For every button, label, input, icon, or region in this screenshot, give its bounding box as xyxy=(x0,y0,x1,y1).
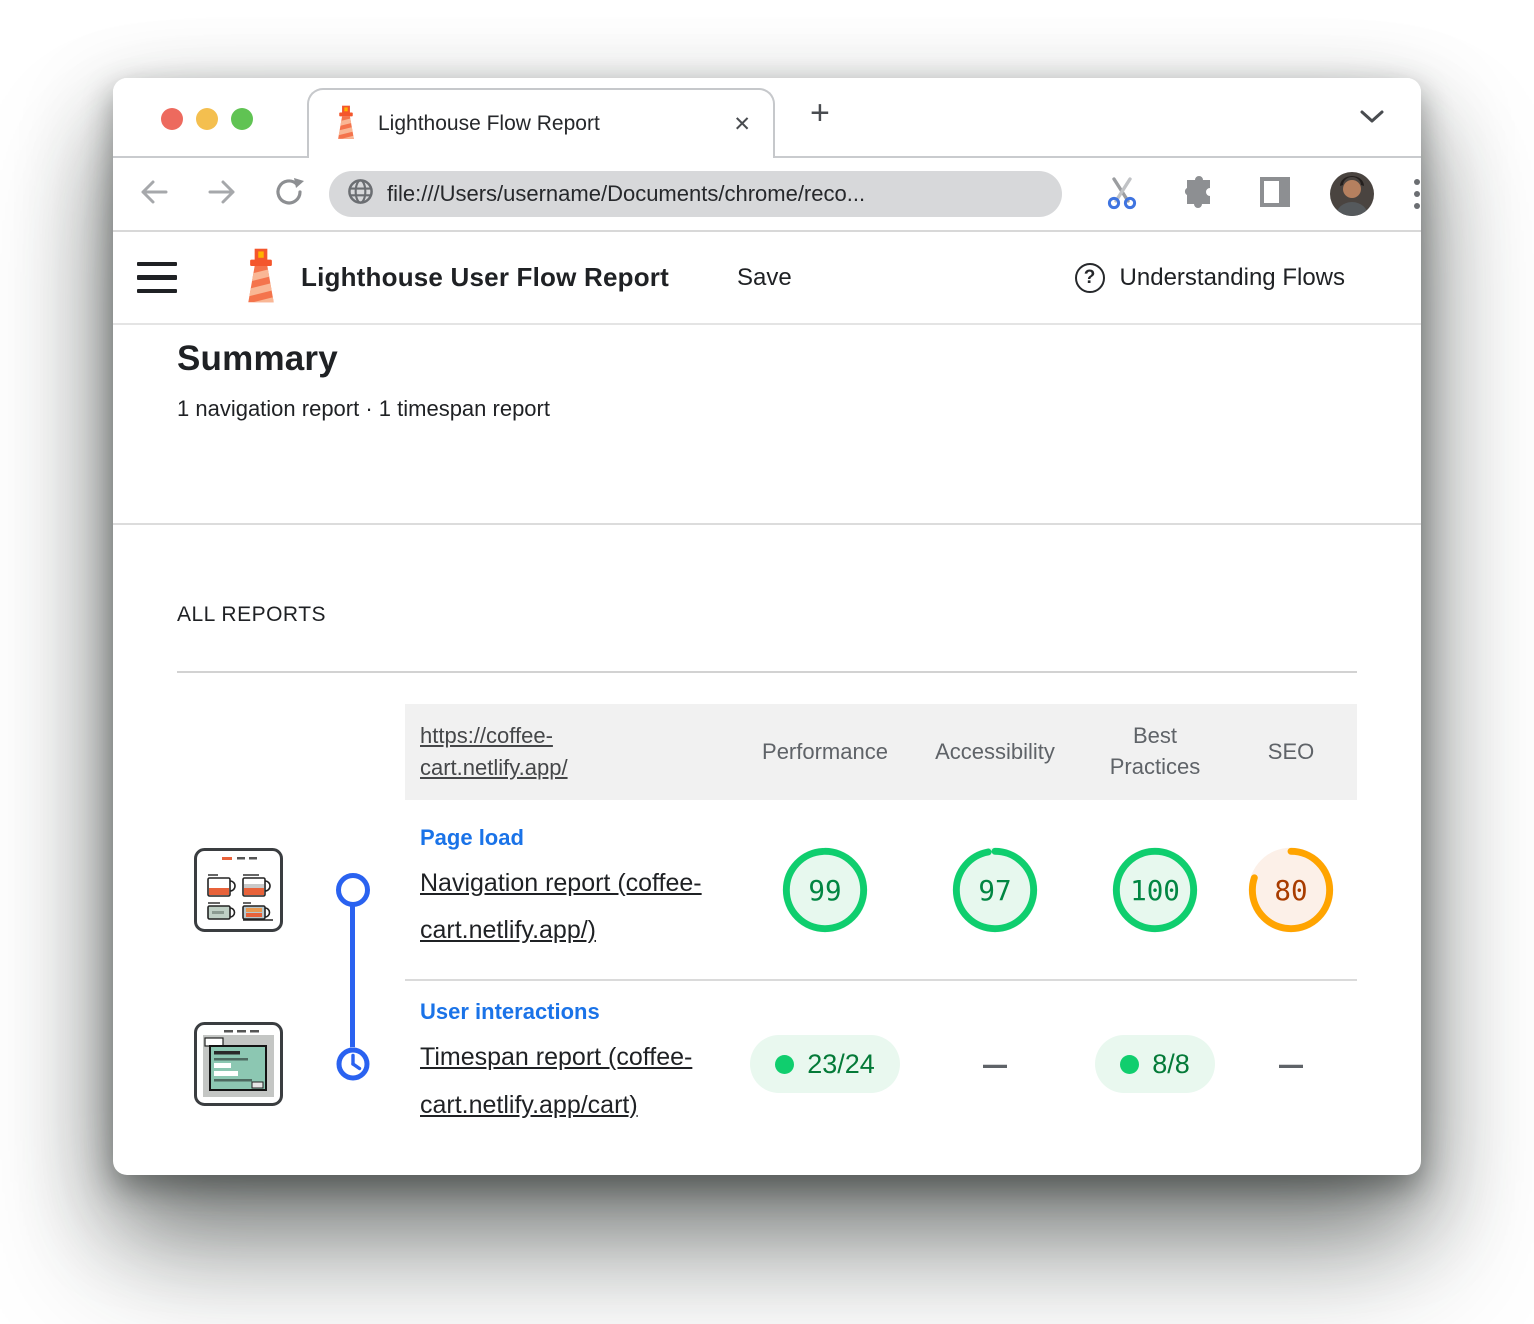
save-button[interactable]: Save xyxy=(737,264,792,292)
globe-icon xyxy=(347,178,374,210)
best-practices-score-gauge[interactable]: 100 xyxy=(1109,844,1201,936)
minimize-window-button[interactable] xyxy=(196,108,218,130)
timespan-thumbnail xyxy=(177,1022,300,1106)
browser-toolbar: file:///Users/username/Documents/chrome/… xyxy=(113,158,1421,232)
navigation-report-link[interactable]: Navigation report (coffee-cart.netlify.a… xyxy=(420,869,702,945)
extensions-puzzle-icon[interactable] xyxy=(1182,175,1216,214)
reload-icon[interactable] xyxy=(273,176,305,213)
lighthouse-logo-icon xyxy=(239,246,283,309)
profile-avatar[interactable] xyxy=(1330,172,1374,216)
row-divider xyxy=(405,979,1357,981)
svg-text:80: 80 xyxy=(1274,874,1307,907)
help-label: Understanding Flows xyxy=(1120,264,1345,292)
svg-text:97: 97 xyxy=(978,874,1011,907)
all-reports-label: ALL REPORTS xyxy=(177,603,1421,627)
flow-step-clock-icon xyxy=(336,1047,370,1081)
timespan-report-link[interactable]: Timespan report (coffee-cart.netlify.app… xyxy=(420,1043,692,1119)
flow-step-circle xyxy=(336,873,370,907)
side-panel-icon[interactable] xyxy=(1258,175,1292,214)
close-window-button[interactable] xyxy=(161,108,183,130)
summary-subtitle: 1 navigation report · 1 timespan report xyxy=(177,396,1421,422)
table-header-row: https://coffee-cart.netlify.app/ Perform… xyxy=(177,704,1357,800)
scissors-icon[interactable] xyxy=(1104,174,1140,215)
url-bar[interactable]: file:///Users/username/Documents/chrome/… xyxy=(329,171,1062,217)
back-icon[interactable] xyxy=(139,179,169,210)
understanding-flows-link[interactable]: ? Understanding Flows xyxy=(1075,263,1345,293)
url-text[interactable]: file:///Users/username/Documents/chrome/… xyxy=(387,181,865,207)
svg-text:99: 99 xyxy=(808,874,841,907)
reports-table: https://coffee-cart.netlify.app/ Perform… xyxy=(177,704,1357,1149)
pass-dot-icon xyxy=(1120,1055,1139,1074)
site-url-link[interactable]: https://coffee-cart.netlify.app/ xyxy=(420,720,605,784)
maximize-window-button[interactable] xyxy=(231,108,253,130)
lighthouse-favicon-icon xyxy=(331,104,361,145)
svg-text:100: 100 xyxy=(1130,874,1180,907)
navigation-thumbnail xyxy=(177,848,300,932)
tab-close-icon[interactable]: ✕ xyxy=(733,112,751,137)
page-title: Lighthouse User Flow Report xyxy=(301,262,669,293)
report-type-label: Page load xyxy=(420,825,739,851)
column-header-performance: Performance xyxy=(762,737,888,768)
best-practices-audit-badge[interactable]: 8/8 xyxy=(1095,1035,1215,1093)
tab-search-chevron-icon[interactable] xyxy=(1359,108,1385,129)
tab-title: Lighthouse Flow Report xyxy=(378,112,733,136)
column-header-best-practices: Best Practices xyxy=(1100,721,1210,783)
flow-connector-line xyxy=(350,891,355,1069)
pass-dot-icon xyxy=(775,1055,794,1074)
window-controls[interactable] xyxy=(161,108,253,130)
summary-section: Summary 1 navigation report · 1 timespan… xyxy=(113,325,1421,525)
summary-title: Summary xyxy=(177,339,1421,379)
forward-icon[interactable] xyxy=(207,179,237,210)
new-tab-button[interactable]: + xyxy=(810,94,830,133)
browser-menu-icon[interactable] xyxy=(1414,179,1420,209)
seo-no-score-dash: — xyxy=(1279,1048,1303,1080)
seo-score-gauge[interactable]: 80 xyxy=(1245,844,1337,936)
all-reports-section: ALL REPORTS https://coffee-cart.netlify.… xyxy=(113,603,1421,1149)
column-header-accessibility: Accessibility xyxy=(935,737,1055,768)
app-header: Lighthouse User Flow Report Save ? Under… xyxy=(113,232,1421,325)
browser-tab[interactable]: Lighthouse Flow Report ✕ xyxy=(307,88,775,158)
help-icon: ? xyxy=(1075,263,1105,293)
tab-strip: Lighthouse Flow Report ✕ + xyxy=(113,78,1421,158)
section-divider xyxy=(177,671,1357,673)
performance-score-gauge[interactable]: 99 xyxy=(779,844,871,936)
accessibility-no-score-dash: — xyxy=(983,1048,1007,1080)
column-header-seo: SEO xyxy=(1268,737,1314,768)
performance-audit-badge[interactable]: 23/24 xyxy=(750,1035,900,1093)
hamburger-menu-icon[interactable] xyxy=(137,262,177,294)
browser-window: Lighthouse Flow Report ✕ + xyxy=(113,78,1421,1175)
accessibility-score-gauge[interactable]: 97 xyxy=(949,844,1041,936)
report-type-label: User interactions xyxy=(420,999,739,1025)
